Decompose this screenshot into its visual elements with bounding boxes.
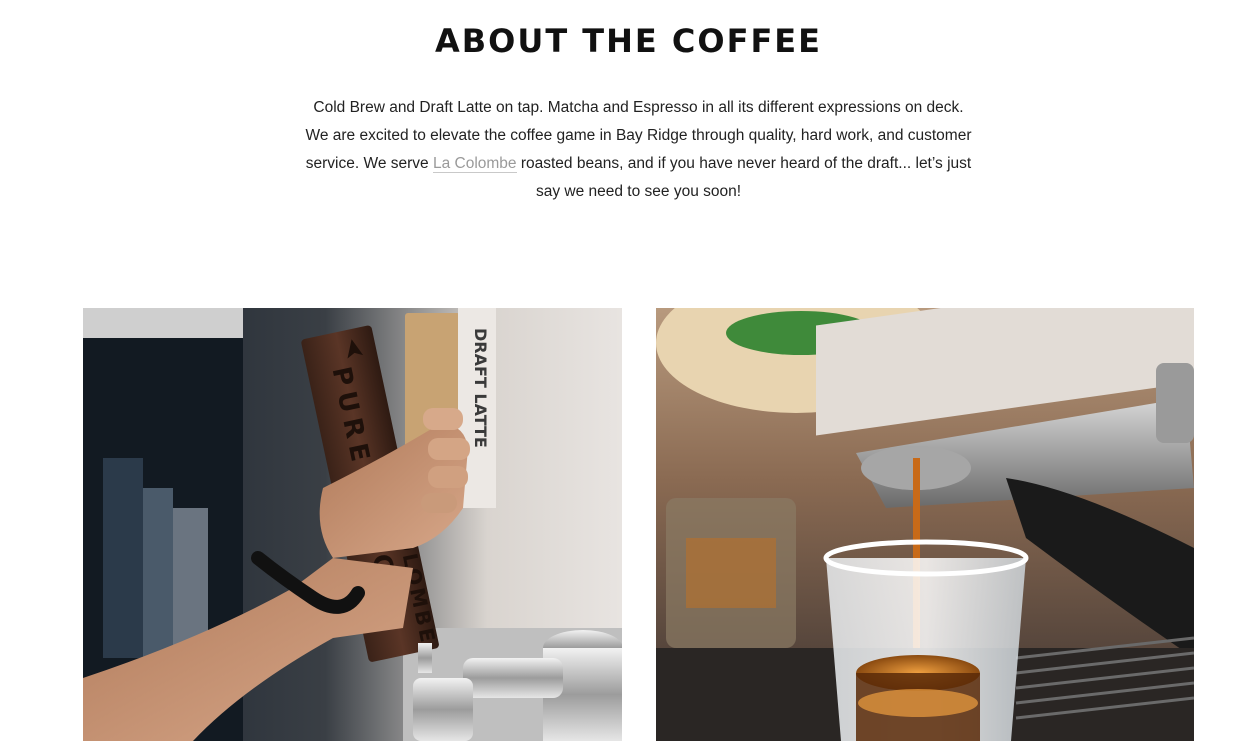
espresso-shot-photo — [656, 308, 1194, 741]
espresso-shot-illustration — [656, 308, 1194, 741]
section-title: ABOUT THE COFFEE — [434, 22, 823, 60]
intro-text-after-link: roasted beans, and if you have never hea… — [516, 155, 972, 200]
la-colombe-link[interactable]: La Colombe — [432, 155, 517, 173]
intro-paragraph: Cold Brew and Draft Latte on tap. Matcha… — [300, 94, 977, 206]
draft-tap-illustration: DRAFT LATTE PURE BLACK LA COLOMBE — [83, 308, 622, 741]
draft-tap-photo: DRAFT LATTE PURE BLACK LA COLOMBE — [83, 308, 622, 741]
draft-latte-tap-text: DRAFT LATTE — [471, 328, 490, 448]
